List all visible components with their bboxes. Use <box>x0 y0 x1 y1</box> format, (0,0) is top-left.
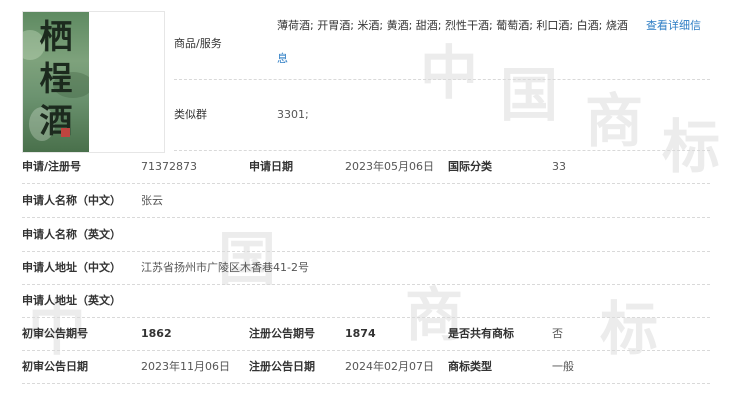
shared-mark-value: 否 <box>552 327 563 340</box>
mark-type-value: 一般 <box>552 360 574 373</box>
prelim-no-value: 1862 <box>141 327 172 340</box>
applicant-cn-label: 申请人名称（中文） <box>22 194 121 207</box>
trademark-char-2: 桯 <box>39 59 73 98</box>
view-details-link[interactable]: 查看详细信 <box>646 19 701 33</box>
reg-pub-date-label: 注册公告日期 <box>249 360 315 373</box>
applicant-cn-value: 张云 <box>141 194 163 207</box>
prelim-no-label: 初审公告期号 <box>22 327 88 340</box>
divider <box>22 317 710 318</box>
divider <box>174 79 710 80</box>
divider <box>22 251 710 252</box>
goods-value: 薄荷酒; 开胃酒; 米酒; 黄酒; 甜酒; 烈性干酒; 葡萄酒; 利口酒; 白酒… <box>277 19 628 32</box>
watermark-char-6: 国 <box>218 225 277 293</box>
intl-class-label: 国际分类 <box>448 160 492 173</box>
mark-type-label: 商标类型 <box>448 360 492 373</box>
view-details-link-wrap[interactable]: 息 <box>277 52 288 66</box>
similar-group-label: 类似群 <box>174 108 207 121</box>
seal-stamp <box>61 128 70 137</box>
trademark-image[interactable]: 栖 桯 酒 <box>23 12 89 152</box>
trademark-char-3: 酒 <box>39 101 73 140</box>
apply-date-label: 申请日期 <box>249 160 293 173</box>
similar-group-value: 3301; <box>277 108 309 121</box>
intl-class-value: 33 <box>552 160 566 173</box>
trademark-char-1: 栖 <box>39 17 73 56</box>
prelim-date-label: 初审公告日期 <box>22 360 88 373</box>
address-en-label: 申请人地址（英文） <box>22 294 121 307</box>
apply-date-value: 2023年05月06日 <box>345 160 434 173</box>
prelim-date-value: 2023年11月06日 <box>141 360 230 373</box>
divider <box>22 350 710 351</box>
divider <box>22 183 710 184</box>
divider <box>22 284 710 285</box>
trademark-image-frame: 栖 桯 酒 <box>22 11 165 153</box>
reg-no-value: 71372873 <box>141 160 197 173</box>
watermark-char-1: 中 <box>420 39 479 107</box>
divider <box>22 383 710 384</box>
reg-pub-date-value: 2024年02月07日 <box>345 360 434 373</box>
reg-no-label: 申请/注册号 <box>22 160 82 173</box>
watermark-char-3: 商 <box>585 87 644 155</box>
address-cn-value: 江苏省扬州市广陵区木香巷41-2号 <box>141 261 309 274</box>
shared-mark-label: 是否共有商标 <box>448 327 514 340</box>
address-cn-label: 申请人地址（中文） <box>22 261 121 274</box>
reg-pub-no-value: 1874 <box>345 327 376 340</box>
watermark-char-2: 国 <box>500 61 559 129</box>
goods-label: 商品/服务 <box>174 37 222 50</box>
reg-pub-no-label: 注册公告期号 <box>249 327 315 340</box>
watermark-char-4: 标 <box>662 113 721 181</box>
divider <box>22 217 710 218</box>
applicant-en-label: 申请人名称（英文） <box>22 228 121 241</box>
divider <box>174 150 710 151</box>
